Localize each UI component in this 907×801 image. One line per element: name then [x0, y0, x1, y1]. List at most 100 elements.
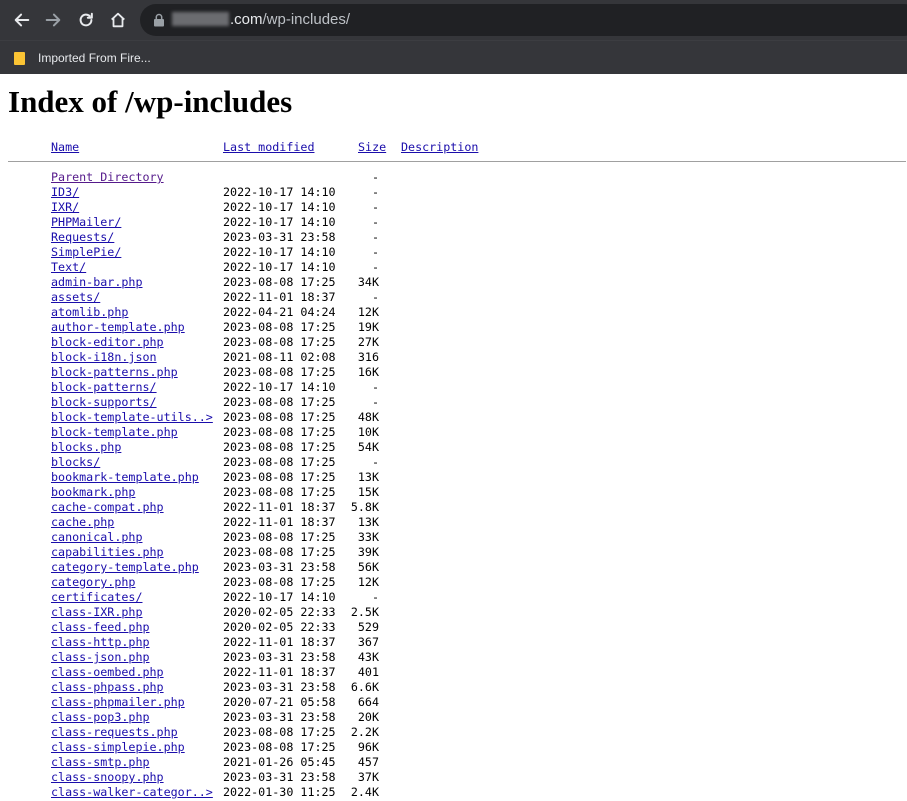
listing-header: Name Last modified Size Description	[8, 140, 907, 156]
modified-date: 2022-01-30 11:25	[223, 785, 336, 799]
file-size: 6.6K	[350, 680, 379, 694]
file-size: -	[371, 185, 379, 199]
page-title: Index of /wp-includes	[8, 84, 293, 119]
sort-by-name-link[interactable]: Name	[51, 140, 79, 154]
file-link[interactable]: class-json.php	[51, 650, 150, 665]
file-link[interactable]: bookmark.php	[51, 485, 135, 500]
modified-date: 2022-10-17 14:10	[223, 380, 336, 394]
file-link[interactable]: class-phpmailer.php	[51, 695, 185, 710]
listing-row: cache.php 2022-11-01 18:37 13K	[8, 515, 907, 530]
modified-date: 2021-01-26 05:45	[223, 755, 336, 769]
file-link[interactable]: class-simplepie.php	[51, 740, 185, 755]
file-link[interactable]: class-oembed.php	[51, 665, 164, 680]
file-size: -	[371, 395, 379, 409]
file-link[interactable]: category-template.php	[51, 560, 199, 575]
parent-directory-link[interactable]: Parent Directory	[51, 170, 164, 185]
modified-date: 2022-10-17 14:10	[223, 590, 336, 604]
modified-date: 2022-11-01 18:37	[223, 665, 336, 679]
bookmark-folder[interactable]: Imported From Fire...	[14, 48, 151, 68]
listing-row: block-patterns/2022-10-17 14:10 -	[8, 380, 907, 395]
sort-by-size-link[interactable]: Size	[358, 140, 386, 154]
modified-date: 2023-08-08 17:25	[223, 335, 336, 349]
address-bar[interactable]: .com/wp-includes/	[140, 4, 907, 36]
listing-row: IXR/2022-10-17 14:10 -	[8, 200, 907, 215]
file-link[interactable]: certificates/	[51, 590, 142, 605]
sort-by-description-link[interactable]: Description	[401, 140, 478, 154]
listing-row: atomlib.php 2022-04-21 04:24 12K	[8, 305, 907, 320]
browser-toolbar: .com/wp-includes/	[0, 0, 907, 40]
listing-row: block-editor.php 2023-08-08 17:25 27K	[8, 335, 907, 350]
file-link[interactable]: blocks/	[51, 455, 100, 470]
file-size: 664	[357, 695, 379, 709]
reload-button[interactable]	[73, 7, 99, 33]
file-link[interactable]: class-http.php	[51, 635, 150, 650]
file-link[interactable]: block-i18n.json	[51, 350, 157, 365]
file-link[interactable]: block-template.php	[51, 425, 178, 440]
modified-date: 2023-08-08 17:25	[223, 545, 336, 559]
file-link[interactable]: blocks.php	[51, 440, 121, 455]
listing-row: class-oembed.php 2022-11-01 18:37 401	[8, 665, 907, 680]
file-size: -	[371, 380, 379, 394]
file-size: -	[371, 230, 379, 244]
file-link[interactable]: capabilities.php	[51, 545, 164, 560]
file-size: 56K	[357, 560, 379, 574]
file-link[interactable]: cache.php	[51, 515, 114, 530]
file-link[interactable]: class-IXR.php	[51, 605, 142, 620]
file-size: 19K	[357, 320, 379, 334]
file-link[interactable]: category.php	[51, 575, 135, 590]
file-size: 12K	[357, 575, 379, 589]
listing-row: category-template.php 2023-03-31 23:58 56K	[8, 560, 907, 575]
file-link[interactable]: IXR/	[51, 200, 79, 215]
file-link[interactable]: class-pop3.php	[51, 710, 150, 725]
file-link[interactable]: block-patterns/	[51, 380, 157, 395]
file-link[interactable]: SimplePie/	[51, 245, 121, 260]
listing-row: class-IXR.php 2020-02-05 22:33 2.5K	[8, 605, 907, 620]
file-link[interactable]: author-template.php	[51, 320, 185, 335]
file-link[interactable]: block-supports/	[51, 395, 157, 410]
file-link[interactable]: block-patterns.php	[51, 365, 178, 380]
modified-date: 2020-07-21 05:58	[223, 695, 336, 709]
file-size: 2.5K	[350, 605, 379, 619]
file-link[interactable]: PHPMailer/	[51, 215, 121, 230]
forward-button[interactable]	[40, 7, 66, 33]
listing-row: canonical.php 2023-08-08 17:25 33K	[8, 530, 907, 545]
file-size: -	[371, 455, 379, 469]
file-link[interactable]: bookmark-template.php	[51, 470, 199, 485]
file-link[interactable]: class-requests.php	[51, 725, 178, 740]
file-link[interactable]: class-smtp.php	[51, 755, 150, 770]
file-link[interactable]: Text/	[51, 260, 86, 275]
listing-row: assets/2022-11-01 18:37 -	[8, 290, 907, 305]
listing-row: class-http.php 2022-11-01 18:37 367	[8, 635, 907, 650]
file-link[interactable]: block-template-utils..>	[51, 410, 213, 425]
file-size: 20K	[357, 710, 379, 724]
home-button[interactable]	[105, 7, 131, 33]
file-link[interactable]: canonical.php	[51, 530, 142, 545]
back-button[interactable]	[9, 7, 35, 33]
modified-date: 2022-10-17 14:10	[223, 245, 336, 259]
listing-row: block-i18n.json 2021-08-11 02:08 316	[8, 350, 907, 365]
listing-row: block-template.php 2023-08-08 17:25 10K	[8, 425, 907, 440]
reload-icon	[79, 12, 93, 27]
file-size: 13K	[357, 470, 379, 484]
listing-row: SimplePie/2022-10-17 14:10 -	[8, 245, 907, 260]
modified-date: 2023-08-08 17:25	[223, 395, 336, 409]
file-size: 43K	[357, 650, 379, 664]
modified-date: 2022-04-21 04:24	[223, 305, 336, 319]
file-size: -	[371, 170, 379, 184]
file-link[interactable]: assets/	[51, 290, 100, 305]
modified-date: 2023-08-08 17:25	[223, 410, 336, 424]
url-path: /wp-includes/	[262, 11, 351, 28]
file-link[interactable]: block-editor.php	[51, 335, 164, 350]
sort-by-modified-link[interactable]: Last modified	[223, 140, 314, 154]
file-link[interactable]: class-feed.php	[51, 620, 150, 635]
file-link[interactable]: class-phpass.php	[51, 680, 164, 695]
modified-date: 2020-02-05 22:33	[223, 605, 336, 619]
file-link[interactable]: class-snoopy.php	[51, 770, 164, 785]
file-link[interactable]: cache-compat.php	[51, 500, 164, 515]
file-link[interactable]: admin-bar.php	[51, 275, 142, 290]
modified-date: 2023-08-08 17:25	[223, 425, 336, 439]
file-link[interactable]: class-walker-categor..>	[51, 785, 213, 800]
file-link[interactable]: atomlib.php	[51, 305, 128, 320]
file-link[interactable]: Requests/	[51, 230, 114, 245]
file-link[interactable]: ID3/	[51, 185, 79, 200]
